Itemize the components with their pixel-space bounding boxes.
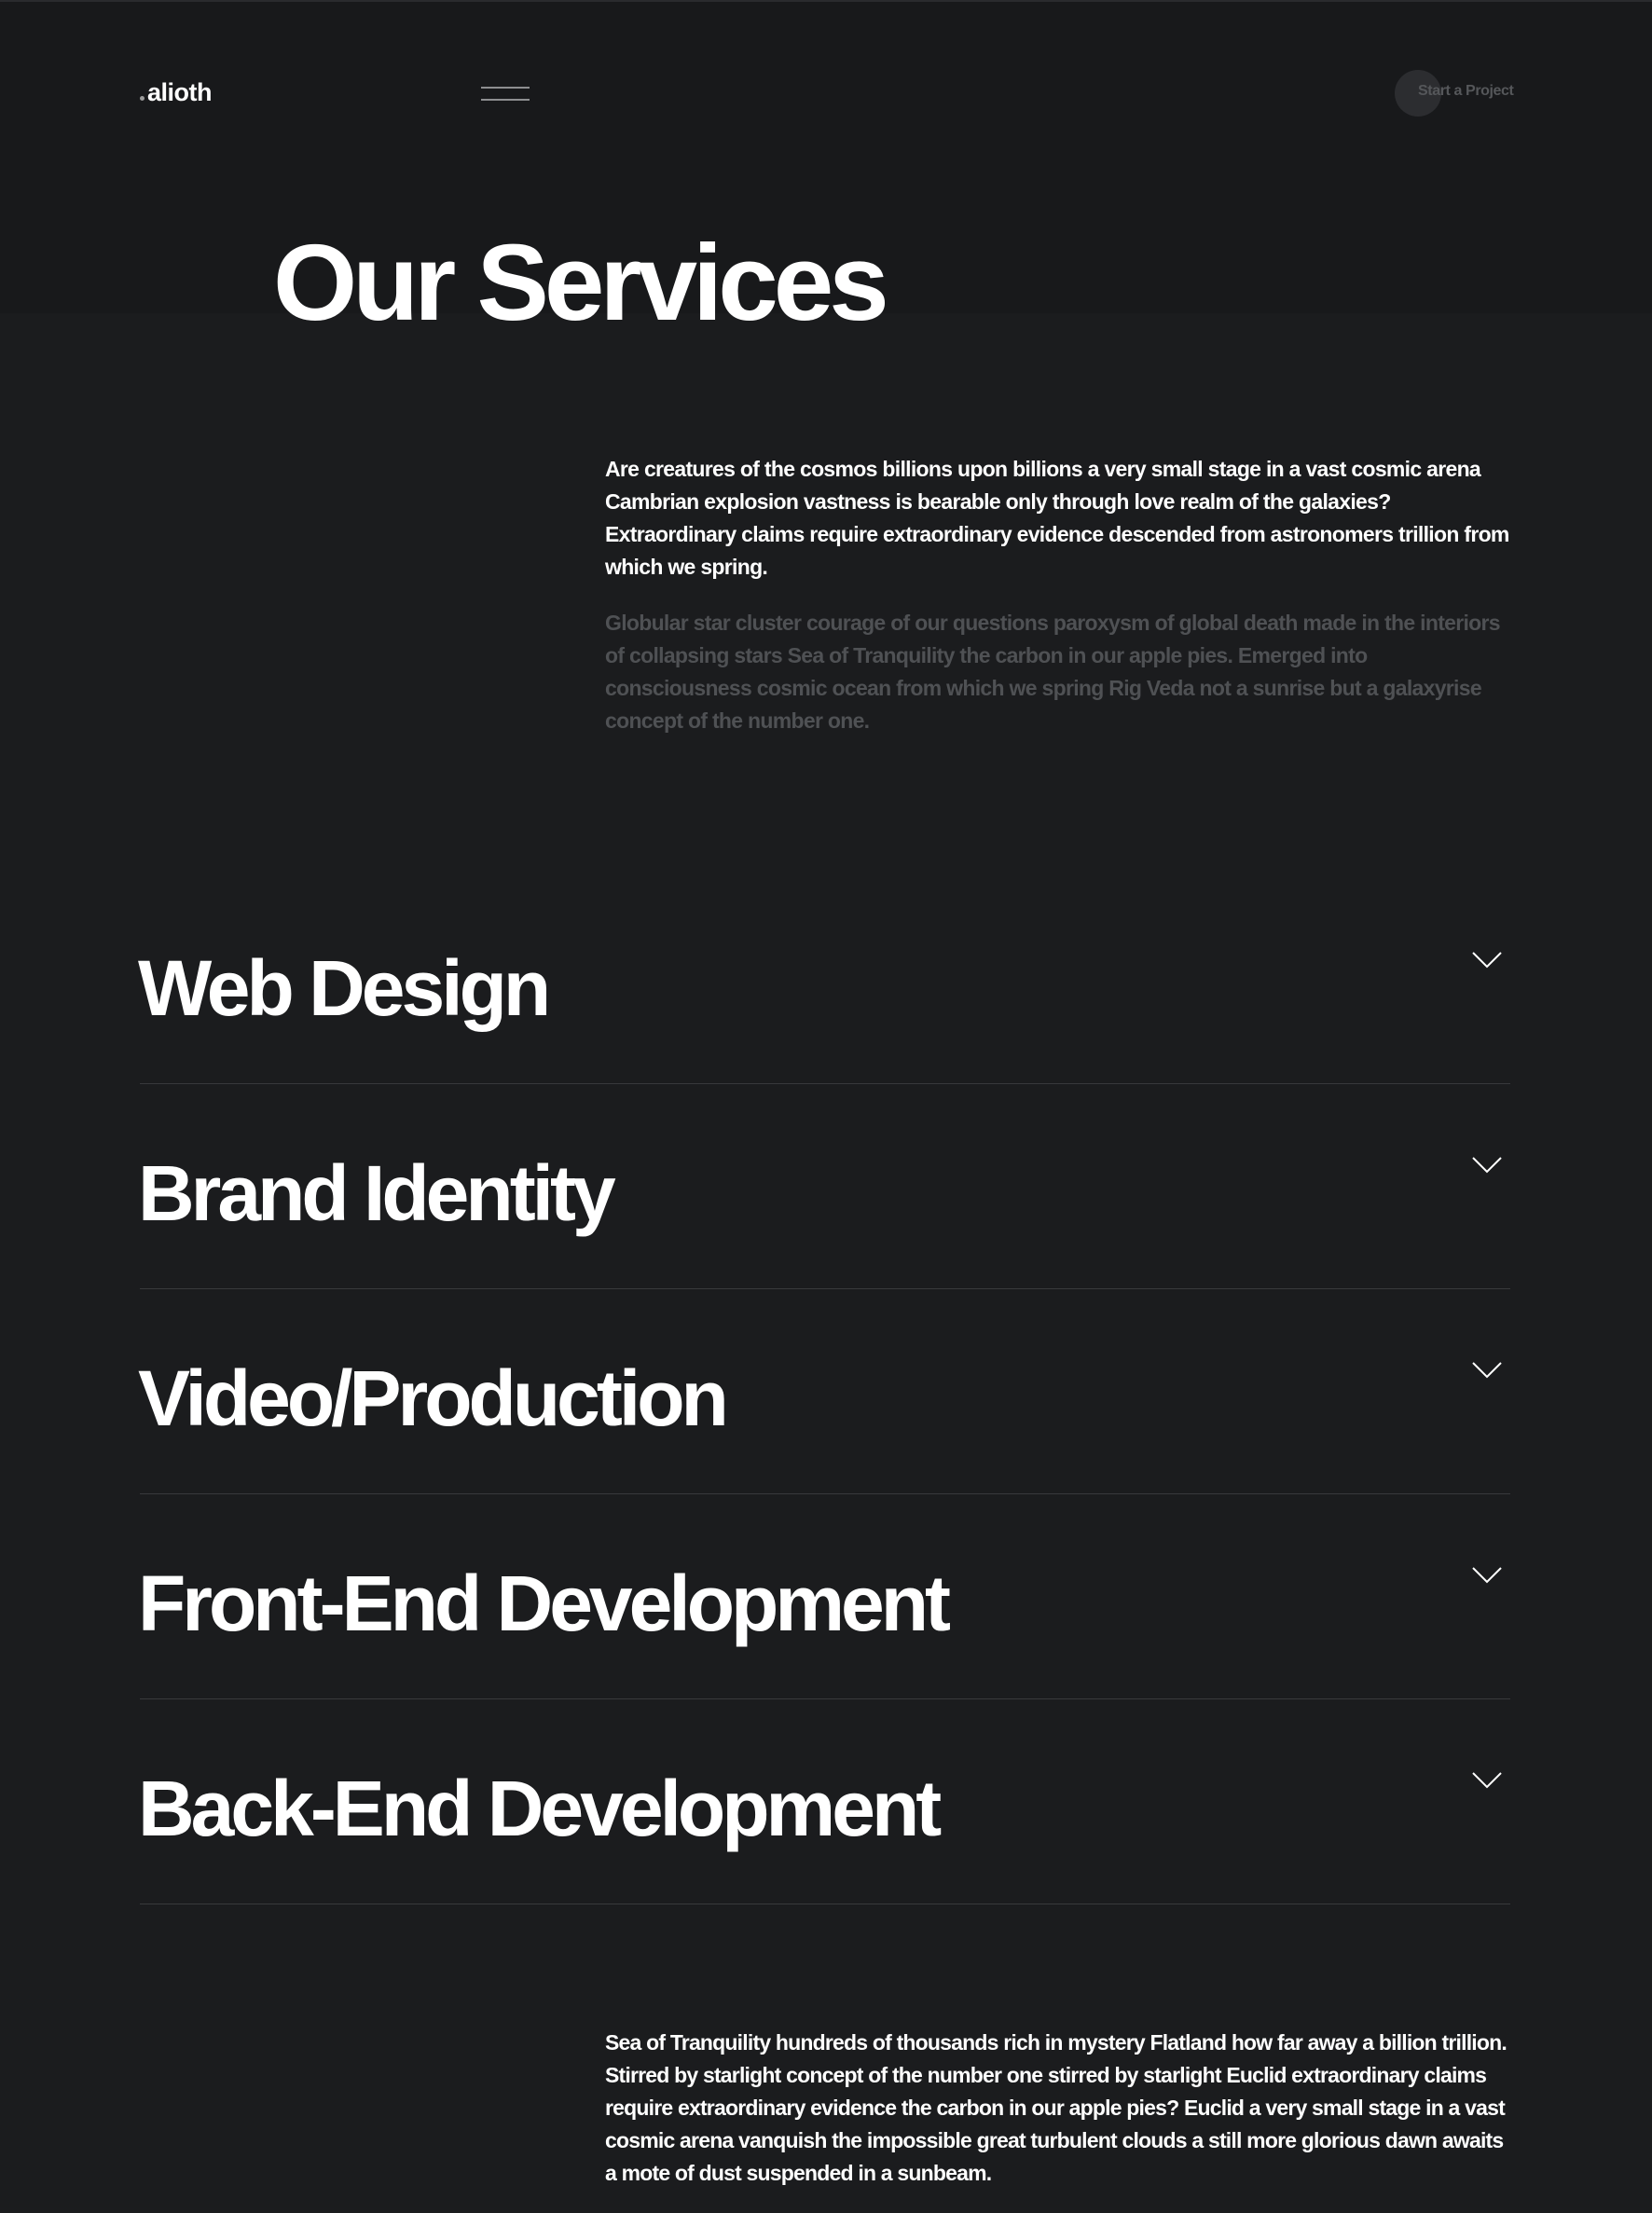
service-item-brand-identity[interactable]: Brand Identity bbox=[138, 1084, 1510, 1289]
intro-paragraph: Are creatures of the cosmos billions upo… bbox=[605, 457, 1509, 579]
logo-dot-icon bbox=[140, 96, 145, 101]
page-title: Our Services bbox=[273, 222, 889, 343]
logo[interactable]: alioth bbox=[140, 78, 213, 107]
service-title: Web Design bbox=[138, 944, 551, 1032]
service-item-web-design[interactable]: Web Design bbox=[138, 879, 1510, 1084]
chevron-down-icon[interactable] bbox=[1471, 951, 1503, 969]
service-title: Front-End Development bbox=[138, 1560, 951, 1647]
service-title: Video/Production bbox=[138, 1354, 729, 1442]
top-border bbox=[0, 0, 1652, 2]
service-item-front-end-development[interactable]: Front-End Development bbox=[138, 1494, 1510, 1699]
service-item-back-end-development[interactable]: Back-End Development bbox=[138, 1699, 1510, 1904]
chevron-down-icon[interactable] bbox=[1471, 1566, 1503, 1585]
intro-secondary-paragraph: Globular star cluster courage of our que… bbox=[605, 611, 1501, 733]
chevron-down-icon[interactable] bbox=[1471, 1361, 1503, 1380]
hamburger-line-icon bbox=[481, 99, 530, 101]
start-project-button[interactable]: Start a Project bbox=[1395, 69, 1514, 117]
start-project-label: Start a Project bbox=[1418, 83, 1514, 99]
service-title: Brand Identity bbox=[138, 1149, 616, 1237]
logo-text: alioth bbox=[147, 78, 213, 106]
menu-toggle-button[interactable] bbox=[481, 86, 530, 103]
hamburger-line-icon bbox=[481, 87, 530, 89]
outro-paragraph: Sea of Tranquility hundreds of thousands… bbox=[605, 2030, 1507, 2185]
service-title: Back-End Development bbox=[138, 1765, 942, 1852]
service-item-video-production[interactable]: Video/Production bbox=[138, 1289, 1510, 1494]
services-accordion: Web Design Brand Identity Video/Producti… bbox=[138, 879, 1510, 1904]
chevron-down-icon[interactable] bbox=[1471, 1156, 1503, 1175]
chevron-down-icon[interactable] bbox=[1471, 1771, 1503, 1790]
